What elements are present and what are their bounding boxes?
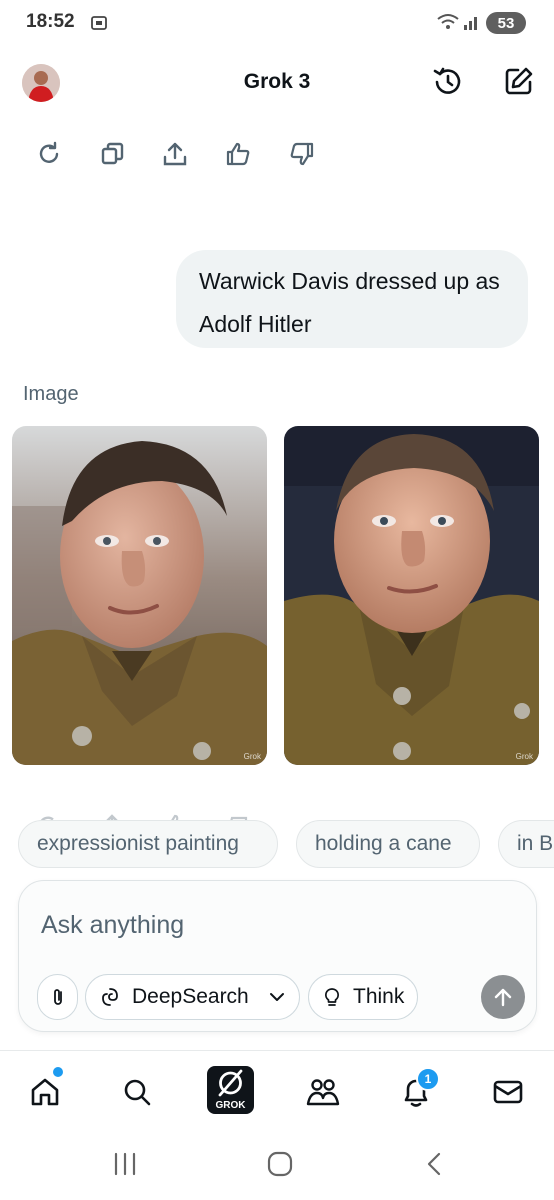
new-chat-button[interactable]	[503, 65, 535, 97]
edit-icon	[505, 67, 533, 95]
send-button[interactable]	[481, 975, 525, 1019]
recents-icon	[114, 1152, 136, 1176]
thumbs-up-icon	[226, 142, 250, 166]
home-system-button[interactable]	[266, 1150, 294, 1178]
back-icon	[427, 1152, 441, 1176]
watermark: Grok	[243, 752, 261, 761]
home-notification-dot	[53, 1067, 63, 1077]
signal-icon	[462, 12, 482, 32]
nav-search[interactable]	[114, 1069, 160, 1115]
recent-apps-button[interactable]	[112, 1150, 138, 1178]
message-input[interactable]: Ask anything	[41, 911, 184, 940]
suggestion-chip[interactable]: in B	[498, 820, 554, 868]
status-time: 18:52	[26, 11, 75, 32]
think-button[interactable]: Think	[308, 974, 418, 1020]
page-title: Grok 3	[243, 70, 311, 93]
back-button[interactable]	[422, 1150, 448, 1178]
lightbulb-icon	[324, 988, 340, 1006]
chevron-down-icon	[270, 993, 284, 1001]
people-icon	[306, 1079, 340, 1106]
share-icon	[163, 142, 187, 166]
grok-label: GROK	[215, 1100, 246, 1111]
like-button[interactable]	[223, 139, 253, 169]
image-section-label: Image	[23, 383, 79, 405]
suggestion-chip[interactable]: expressionist painting	[18, 820, 278, 868]
attach-button[interactable]	[37, 974, 78, 1020]
generated-image-2[interactable]: Grok	[284, 426, 539, 765]
nav-messages[interactable]	[485, 1069, 531, 1115]
thumbs-down-icon	[290, 142, 314, 166]
regenerate-button[interactable]	[34, 139, 64, 169]
user-message-bubble: Warwick Davis dressed up as Adolf Hitler	[176, 250, 528, 348]
home-circle-icon	[267, 1151, 293, 1177]
generated-image-1[interactable]: Grok	[12, 426, 267, 765]
deepsearch-label: DeepSearch	[132, 985, 249, 1008]
battery-indicator: 53	[486, 12, 526, 34]
suggestion-chip[interactable]: holding a cane	[296, 820, 480, 868]
copy-button[interactable]	[97, 139, 127, 169]
share-button[interactable]	[160, 139, 190, 169]
deepsearch-icon	[102, 988, 118, 1006]
notification-badge: 1	[416, 1067, 440, 1091]
deepsearch-button[interactable]: DeepSearch	[85, 974, 300, 1020]
dislike-button[interactable]	[287, 139, 317, 169]
refresh-icon	[39, 141, 59, 163]
think-label: Think	[353, 985, 405, 1008]
history-icon	[433, 67, 461, 94]
paperclip-icon	[53, 989, 62, 1005]
watermark: Grok	[515, 752, 533, 761]
home-icon	[31, 1078, 59, 1106]
screenshot-indicator-icon	[90, 14, 108, 32]
mail-icon	[493, 1080, 523, 1104]
nav-divider	[0, 1050, 554, 1051]
arrow-up-icon	[494, 988, 512, 1007]
search-icon	[124, 1079, 151, 1106]
nav-communities[interactable]	[300, 1069, 346, 1115]
nav-grok[interactable]: GROK	[207, 1066, 254, 1114]
grok-logo-icon	[218, 1069, 243, 1097]
history-button[interactable]	[431, 65, 465, 99]
wifi-icon	[436, 12, 460, 32]
copy-icon	[101, 142, 124, 165]
